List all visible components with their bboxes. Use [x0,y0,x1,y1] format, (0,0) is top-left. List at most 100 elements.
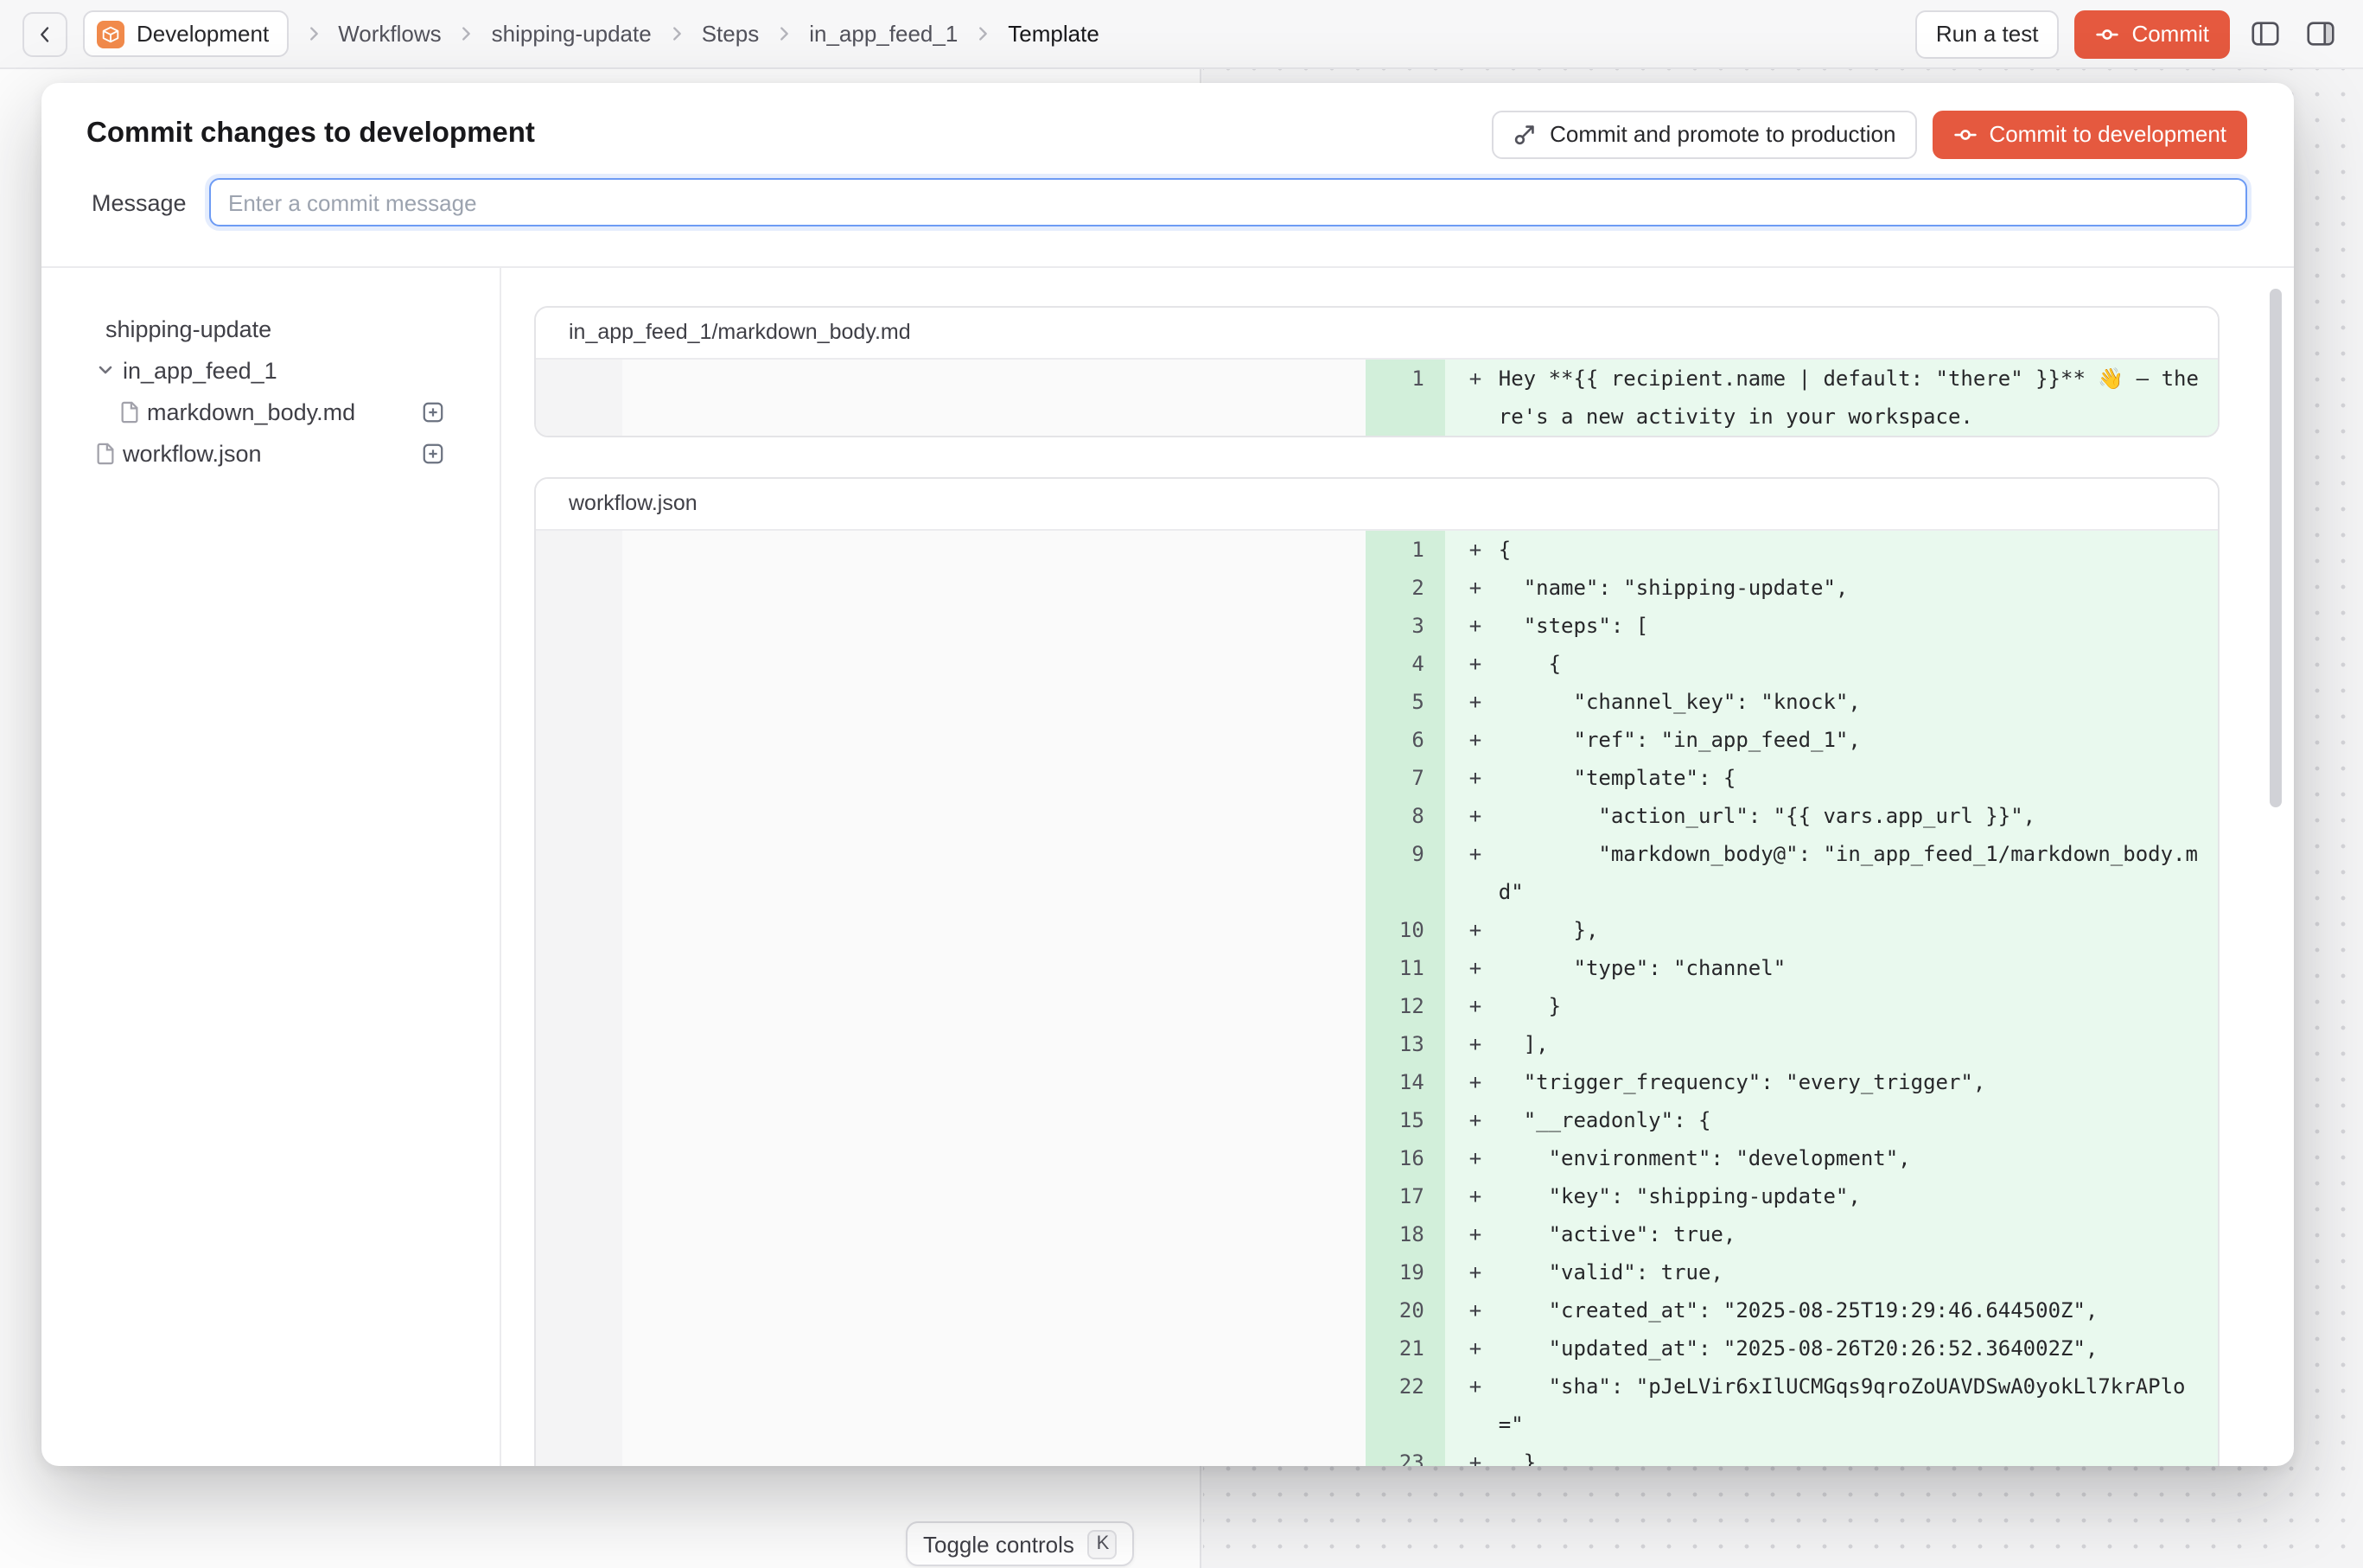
back-button[interactable] [22,11,67,56]
old-line-gutter [536,1444,622,1466]
old-line-content [622,759,1366,797]
diff-line: 1+{ [536,531,2218,569]
environment-icon [97,20,124,48]
new-line-number: 18 [1366,1215,1445,1253]
diff-body: 1+Hey **{{ recipient.name | default: "th… [536,360,2218,436]
commit-label: Commit [2131,21,2209,47]
commit-and-promote-label: Commit and promote to production [1550,121,1895,147]
scrollbar-thumb[interactable] [2270,289,2282,807]
diff-line-text: Hey **{{ recipient.name | default: "ther… [1499,360,2201,436]
tree-root-shipping-update[interactable]: shipping-update [95,308,444,349]
new-line-number: 1 [1366,531,1445,569]
diff-line: 8+ "action_url": "{{ vars.app_url }}", [536,797,2218,835]
diff-line: 16+ "environment": "development", [536,1139,2218,1177]
new-line-number: 16 [1366,1139,1445,1177]
old-line-content [622,607,1366,645]
diff-line: 21+ "updated_at": "2025-08-26T20:26:52.3… [536,1329,2218,1367]
old-line-content [622,531,1366,569]
breadcrumb-separator-icon [774,24,793,43]
diff-line-text: ], [1499,1025,2201,1063]
file-icon [95,442,116,464]
diff-line-text: "updated_at": "2025-08-26T20:26:52.36400… [1499,1329,2201,1367]
tree-file-markdown-body[interactable]: markdown_body.md [95,391,444,432]
diff-filename: in_app_feed_1/markdown_body.md [569,320,911,344]
diff-add-sign: + [1469,360,1499,436]
diff-line: 6+ "ref": "in_app_feed_1", [536,721,2218,759]
old-line-content [622,360,1366,436]
commit-icon [2095,22,2119,46]
shortcut-key-badge: K [1088,1529,1118,1558]
new-line-content: + "steps": [ [1445,607,2218,645]
breadcrumb-workflows[interactable]: Workflows [338,21,441,47]
diff-add-sign: + [1469,1367,1499,1444]
diff-line: 19+ "valid": true, [536,1253,2218,1291]
old-line-gutter [536,531,622,569]
breadcrumb-in-app-feed-1[interactable]: in_app_feed_1 [809,21,958,47]
diff-line: 10+ }, [536,911,2218,949]
commit-to-development-button[interactable]: Commit to development [1932,110,2247,158]
new-line-content: + ], [1445,1025,2218,1063]
breadcrumb-steps[interactable]: Steps [702,21,760,47]
new-line-number: 17 [1366,1177,1445,1215]
diff-line: 14+ "trigger_frequency": "every_trigger"… [536,1063,2218,1101]
toggle-right-panel-button[interactable] [2301,14,2341,54]
tree-root-label: shipping-update [105,316,271,341]
old-line-content [622,911,1366,949]
new-line-number: 19 [1366,1253,1445,1291]
diff-line-text: }, [1499,911,2201,949]
breadcrumb-template[interactable]: Template [1008,21,1099,47]
new-line-number: 22 [1366,1367,1445,1444]
diff-line: 15+ "__readonly": { [536,1101,2218,1139]
diff-add-sign: + [1469,1329,1499,1367]
old-line-gutter [536,1329,622,1367]
new-line-number: 8 [1366,797,1445,835]
diff-add-sign: + [1469,949,1499,987]
panel-right-icon [2304,17,2337,50]
breadcrumb-shipping-update[interactable]: shipping-update [492,21,652,47]
new-line-number: 4 [1366,645,1445,683]
breadcrumb-separator-icon [973,24,992,43]
old-line-gutter [536,1291,622,1329]
diff-add-sign: + [1469,645,1499,683]
diff-add-sign: + [1469,569,1499,607]
diff-panel-workflow-json: workflow.json 1+{2+ "name": "shipping-up… [534,477,2220,1466]
old-line-content [622,1215,1366,1253]
tree-file-workflow-json[interactable]: workflow.json [95,432,444,474]
commit-and-promote-button[interactable]: Commit and promote to production [1491,110,1916,158]
commit-button[interactable]: Commit [2074,10,2230,58]
diff-line: 13+ ], [536,1025,2218,1063]
diff-add-sign: + [1469,1101,1499,1139]
commit-to-development-label: Commit to development [1989,121,2226,147]
toggle-left-panel-button[interactable] [2245,14,2285,54]
commit-message-input[interactable] [209,178,2247,226]
diff-line-text: "trigger_frequency": "every_trigger", [1499,1063,2201,1101]
environment-selector[interactable]: Development [83,10,288,57]
old-line-content [622,1367,1366,1444]
diff-panel-markdown-body: in_app_feed_1/markdown_body.md 1+Hey **{… [534,306,2220,437]
environment-label: Development [137,21,269,47]
new-line-content: + "valid": true, [1445,1253,2218,1291]
diff-line: 4+ { [536,645,2218,683]
old-line-content [622,645,1366,683]
old-line-content [622,797,1366,835]
chevron-down-icon [95,360,116,380]
old-line-gutter [536,1139,622,1177]
diff-add-sign: + [1469,1025,1499,1063]
diff-line: 18+ "active": true, [536,1215,2218,1253]
new-line-number: 13 [1366,1025,1445,1063]
run-test-button[interactable]: Run a test [1915,10,2060,58]
tree-folder-label: in_app_feed_1 [123,357,277,383]
new-line-content: + "key": "shipping-update", [1445,1177,2218,1215]
tree-file-label: workflow.json [123,440,262,466]
new-line-content: + "__readonly": { [1445,1101,2218,1139]
tree-folder-in-app-feed-1[interactable]: in_app_feed_1 [95,349,444,391]
new-line-number: 14 [1366,1063,1445,1101]
toggle-controls-button[interactable]: Toggle controls K [906,1521,1135,1566]
diff-line-text: "ref": "in_app_feed_1", [1499,721,2201,759]
diff-line-text: "environment": "development", [1499,1139,2201,1177]
diff-line: 5+ "channel_key": "knock", [536,683,2218,721]
old-line-gutter [536,1101,622,1139]
new-line-number: 23 [1366,1444,1445,1466]
diff-line: 20+ "created_at": "2025-08-25T19:29:46.6… [536,1291,2218,1329]
old-line-gutter [536,949,622,987]
